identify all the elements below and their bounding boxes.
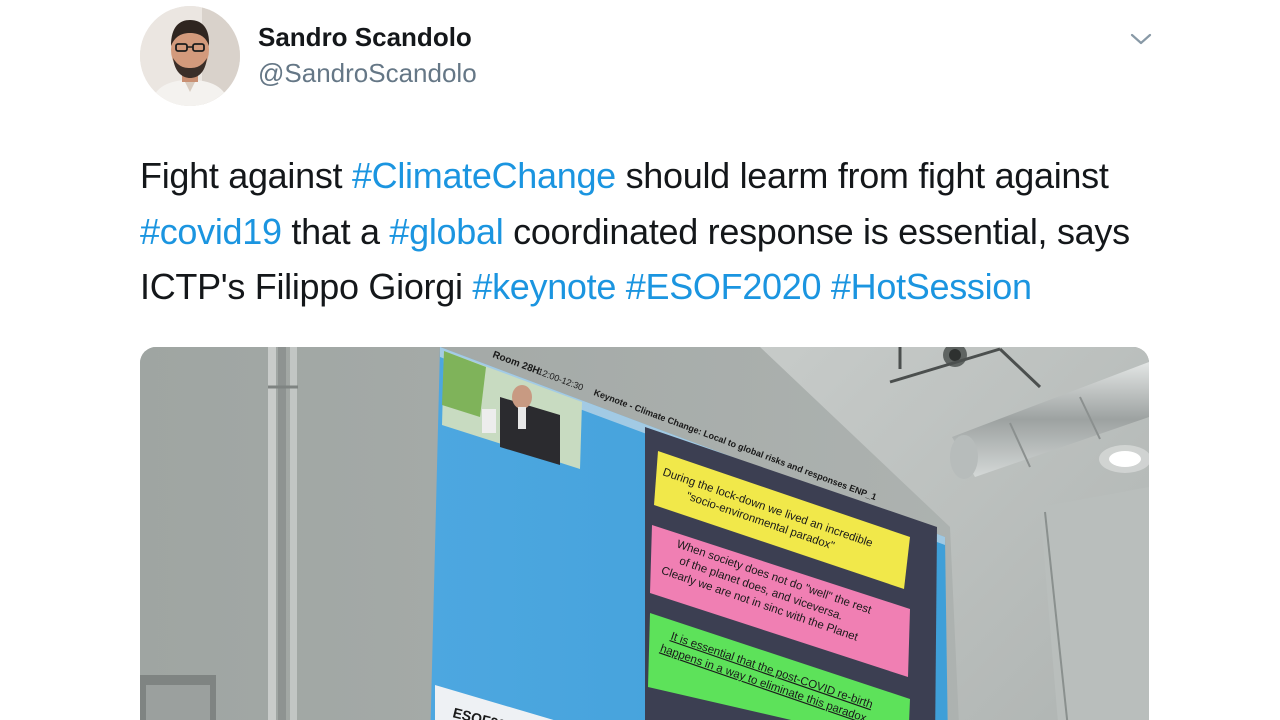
hashtag-hotsession[interactable]: #HotSession xyxy=(831,266,1032,307)
tweet-text-segment: ICTP's Filippo Giorgi xyxy=(140,266,473,307)
tweet-text: Fight against #ClimateChange should lear… xyxy=(140,148,1180,315)
hashtag-climatechange[interactable]: #ClimateChange xyxy=(352,155,616,196)
hashtag-esof2020[interactable]: #ESOF2020 xyxy=(626,266,822,307)
tweet-line: ICTP's Filippo Giorgi #keynote #ESOF2020… xyxy=(140,259,1180,315)
profile-photo-icon xyxy=(140,6,240,106)
tweet-text-segment: coordinated response is essential, says xyxy=(503,210,1130,252)
tweet-text-segment: should learm from fight against xyxy=(615,155,1109,196)
tweet-card: Sandro Scandolo @SandroScandolo Fight ag… xyxy=(0,0,1280,720)
tweet-text-segment: that a xyxy=(281,210,390,252)
more-options-button[interactable] xyxy=(1128,28,1154,50)
tweet-line: #covid19 that a #global coordinated resp… xyxy=(140,204,1180,260)
hashtag-keynote[interactable]: #keynote xyxy=(472,266,616,307)
hashtag-global[interactable]: #global xyxy=(389,211,503,252)
tweet-line: Fight against #ClimateChange should lear… xyxy=(140,148,1180,204)
hashtag-covid19[interactable]: #covid19 xyxy=(140,211,282,252)
chevron-down-icon xyxy=(1130,33,1152,45)
conference-photo: Room 28H 12:00-12:30 Keynote - Climate C… xyxy=(140,347,1149,720)
author-handle[interactable]: @SandroScandolo xyxy=(258,58,477,89)
tweet-photo[interactable]: Room 28H 12:00-12:30 Keynote - Climate C… xyxy=(140,347,1149,720)
avatar[interactable] xyxy=(140,6,240,106)
author-name[interactable]: Sandro Scandolo xyxy=(258,22,472,53)
tweet-text-segment: Fight against xyxy=(140,155,352,196)
